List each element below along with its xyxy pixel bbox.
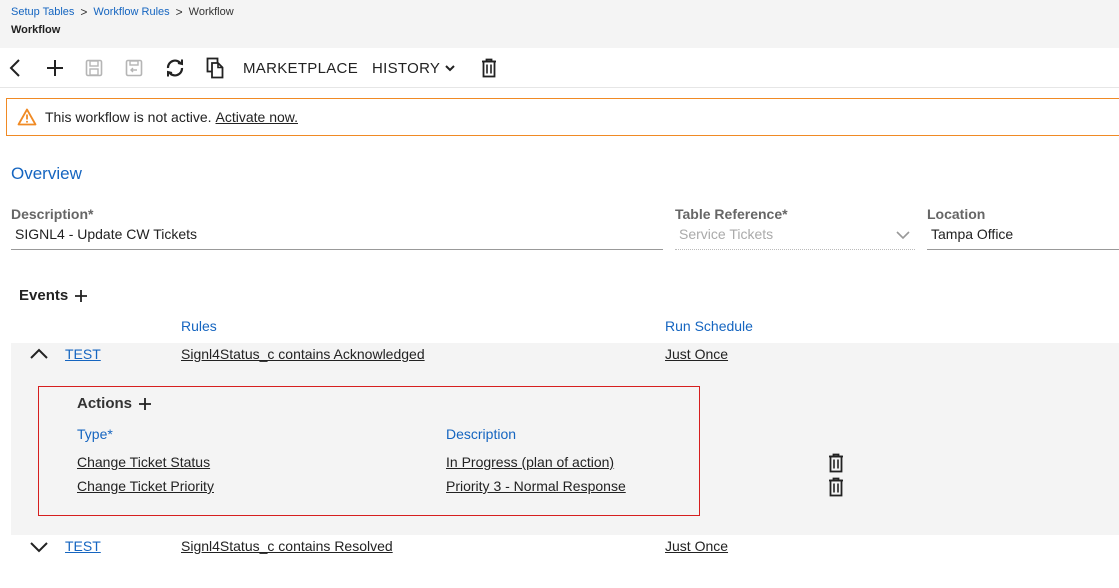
trash-icon bbox=[829, 453, 843, 473]
breadcrumb-setup-tables[interactable]: Setup Tables bbox=[11, 6, 74, 18]
type-column-header: Type* bbox=[77, 426, 113, 442]
save-button[interactable] bbox=[83, 48, 105, 88]
inactive-warning-banner: This workflow is not active. Activate no… bbox=[6, 98, 1119, 136]
description-column-header: Description bbox=[446, 426, 517, 442]
event-schedule-link[interactable]: Just Once bbox=[665, 538, 728, 554]
chevron-right-icon: > bbox=[80, 5, 88, 19]
run-schedule-column-header: Run Schedule bbox=[665, 318, 753, 334]
chevron-right-icon: > bbox=[175, 5, 183, 19]
event-name-link[interactable]: TEST bbox=[65, 538, 101, 554]
warning-icon bbox=[17, 108, 37, 126]
save-close-icon bbox=[125, 59, 143, 77]
collapse-event-button[interactable] bbox=[29, 347, 49, 366]
chevron-left-icon bbox=[9, 59, 20, 77]
delete-button[interactable] bbox=[479, 48, 499, 88]
copy-button[interactable] bbox=[204, 48, 226, 88]
actions-heading: Actions bbox=[77, 395, 133, 412]
action-description-link[interactable]: In Progress (plan of action) bbox=[446, 454, 614, 470]
breadcrumb-workflow: Workflow bbox=[188, 6, 234, 18]
marketplace-label: MARKETPLACE bbox=[243, 59, 358, 77]
rules-column-header: Rules bbox=[181, 318, 217, 334]
location-label: Location bbox=[927, 206, 986, 222]
chevron-down-icon bbox=[896, 231, 910, 240]
back-button[interactable] bbox=[4, 48, 26, 88]
description-label: Description* bbox=[11, 206, 94, 222]
event-name-link[interactable]: TEST bbox=[65, 346, 101, 362]
plus-icon bbox=[47, 60, 63, 76]
banner-message: This workflow is not active. bbox=[45, 109, 212, 125]
overview-heading: Overview bbox=[11, 164, 82, 183]
events-heading: Events bbox=[19, 287, 69, 304]
history-label: HISTORY bbox=[372, 59, 441, 77]
table-reference-select[interactable]: Service Tickets bbox=[675, 225, 915, 250]
location-input[interactable]: Tampa Office bbox=[927, 225, 1119, 250]
chevron-down-icon bbox=[445, 65, 455, 72]
event-schedule-link[interactable]: Just Once bbox=[665, 346, 728, 362]
trash-icon bbox=[482, 58, 496, 78]
add-button[interactable] bbox=[44, 48, 66, 88]
marketplace-button[interactable]: MARKETPLACE bbox=[243, 48, 358, 88]
events-section-title: Events bbox=[19, 287, 88, 304]
action-type-link[interactable]: Change Ticket Priority bbox=[77, 478, 214, 494]
event-rule-link[interactable]: Signl4Status_c contains Acknowledged bbox=[181, 346, 425, 362]
add-event-icon[interactable] bbox=[74, 289, 88, 303]
copy-icon bbox=[206, 57, 224, 79]
breadcrumb-workflow-rules[interactable]: Workflow Rules bbox=[93, 6, 169, 18]
delete-action-button[interactable] bbox=[826, 476, 846, 498]
chevron-up-icon bbox=[30, 348, 48, 359]
event-rule-link[interactable]: Signl4Status_c contains Resolved bbox=[181, 538, 393, 554]
history-dropdown[interactable]: HISTORY bbox=[372, 48, 456, 88]
refresh-icon bbox=[166, 59, 184, 77]
toolbar: MARKETPLACE HISTORY bbox=[0, 48, 1119, 88]
refresh-button[interactable] bbox=[163, 48, 187, 88]
page-header: Setup Tables > Workflow Rules > Workflow… bbox=[0, 0, 1119, 48]
save-and-close-button[interactable] bbox=[123, 48, 145, 88]
action-description-link[interactable]: Priority 3 - Normal Response bbox=[446, 478, 626, 494]
action-type-link[interactable]: Change Ticket Status bbox=[77, 454, 210, 470]
actions-section-title: Actions bbox=[77, 395, 152, 412]
activate-now-link[interactable]: Activate now. bbox=[216, 109, 299, 125]
table-reference-value: Service Tickets bbox=[679, 226, 774, 242]
save-icon bbox=[85, 59, 103, 77]
description-input[interactable]: SIGNL4 - Update CW Tickets bbox=[11, 225, 663, 250]
breadcrumb: Setup Tables > Workflow Rules > Workflow bbox=[11, 5, 234, 19]
chevron-down-icon bbox=[30, 542, 48, 553]
expand-event-button[interactable] bbox=[29, 540, 49, 559]
add-action-icon[interactable] bbox=[138, 397, 152, 411]
delete-action-button[interactable] bbox=[826, 452, 846, 474]
trash-icon bbox=[829, 477, 843, 497]
table-reference-label: Table Reference* bbox=[675, 206, 788, 222]
page-title: Workflow bbox=[11, 24, 61, 36]
